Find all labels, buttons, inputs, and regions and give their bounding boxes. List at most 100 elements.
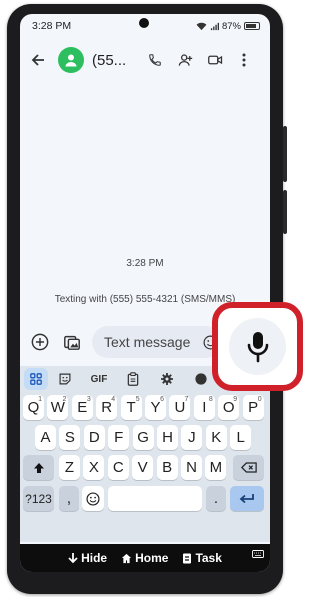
task-button[interactable]: Task — [182, 551, 222, 565]
volume-button — [283, 190, 287, 234]
keyboard-switch-icon[interactable] — [252, 550, 264, 558]
battery-percent: 87% — [221, 20, 241, 32]
key-b-label: B — [162, 459, 173, 476]
comma-key-label: , — [66, 490, 72, 507]
key-j-label: J — [188, 429, 196, 446]
key-a-label: A — [40, 429, 51, 446]
key-e[interactable]: E3 — [71, 395, 93, 420]
hide-label: Hide — [81, 551, 108, 565]
call-button[interactable] — [140, 46, 170, 74]
keyboard-apps-button[interactable] — [24, 368, 48, 390]
hide-button[interactable]: Hide — [68, 551, 107, 565]
gallery-button[interactable] — [58, 328, 86, 356]
contact-title[interactable]: (55... — [92, 52, 138, 69]
clipboard-button[interactable] — [116, 368, 150, 390]
key-y-hint: 6 — [160, 396, 164, 403]
key-t-label: T — [126, 399, 136, 416]
status-time: 3:28 PM — [32, 20, 72, 32]
arrow-down-icon — [68, 553, 78, 564]
video-call-button[interactable] — [200, 46, 230, 74]
key-k[interactable]: K — [205, 425, 227, 450]
gear-icon — [161, 373, 173, 385]
key-u[interactable]: U7 — [169, 395, 191, 420]
contact-avatar[interactable] — [58, 47, 84, 73]
more-options-button[interactable] — [230, 46, 258, 74]
task-label: Task — [195, 551, 222, 565]
period-key[interactable]: . — [206, 486, 226, 511]
key-a[interactable]: A — [35, 425, 56, 450]
wifi-icon — [196, 22, 207, 30]
key-n[interactable]: N — [181, 455, 202, 480]
key-m[interactable]: M — [205, 455, 227, 480]
task-icon — [183, 553, 192, 564]
add-participant-button[interactable] — [170, 46, 200, 74]
key-e-label: E — [77, 399, 88, 416]
emoji-key[interactable] — [82, 486, 104, 511]
voice-input-button[interactable] — [229, 318, 286, 375]
enter-key[interactable] — [230, 486, 264, 511]
key-s[interactable]: S — [59, 425, 81, 450]
key-w[interactable]: W2 — [47, 395, 69, 420]
space-key[interactable] — [108, 486, 202, 511]
palette-icon — [195, 373, 207, 385]
comma-key[interactable]: , — [59, 486, 79, 511]
key-f[interactable]: F — [108, 425, 130, 450]
key-p-label: P — [248, 399, 259, 416]
key-v-label: V — [137, 459, 148, 476]
key-b[interactable]: B — [156, 455, 178, 480]
emoji-key-icon — [86, 491, 100, 506]
keyboard-settings-button[interactable] — [150, 368, 184, 390]
key-d[interactable]: D — [83, 425, 105, 450]
key-q[interactable]: Q1 — [23, 395, 44, 420]
key-h-label: H — [162, 429, 173, 446]
symbols-key[interactable]: ?123 — [23, 486, 54, 511]
key-i-hint: 8 — [208, 396, 213, 403]
key-l[interactable]: L — [230, 425, 252, 450]
key-o[interactable]: O9 — [218, 395, 240, 420]
home-label: Home — [135, 551, 169, 565]
more-vertical-icon — [242, 53, 246, 67]
gif-button[interactable]: GIF — [82, 368, 116, 390]
message-timestamp: 3:28 PM — [126, 258, 164, 269]
key-i-label: I — [202, 399, 207, 416]
add-person-icon — [178, 54, 193, 66]
phone-icon — [149, 54, 161, 66]
key-c[interactable]: C — [107, 455, 129, 480]
key-t[interactable]: T5 — [120, 395, 142, 420]
key-i[interactable]: I8 — [193, 395, 215, 420]
enter-icon — [239, 493, 254, 503]
shift-key[interactable] — [23, 455, 54, 480]
back-button[interactable] — [24, 46, 52, 74]
sticker-button[interactable] — [48, 368, 82, 390]
key-j[interactable]: J — [181, 425, 203, 450]
key-g[interactable]: G — [132, 425, 154, 450]
shift-icon — [33, 462, 44, 473]
home-button[interactable]: Home — [121, 551, 168, 565]
video-camera-icon — [207, 55, 222, 65]
app-bar: (55... — [20, 40, 270, 80]
key-p[interactable]: P0 — [242, 395, 264, 420]
key-y[interactable]: Y6 — [145, 395, 166, 420]
battery-fill — [246, 24, 256, 28]
attach-button[interactable] — [26, 328, 54, 356]
key-y-label: Y — [150, 399, 161, 416]
person-icon — [65, 54, 77, 67]
backspace-key[interactable] — [233, 455, 264, 480]
key-v[interactable]: V — [132, 455, 154, 480]
key-m-label: M — [209, 459, 223, 476]
navigation-bar: Hide Home Task — [20, 544, 270, 572]
phone-screen: 3:28 PM 87% (55... 3:28 PM Texting with … — [20, 14, 270, 572]
home-icon — [122, 553, 132, 563]
key-c-label: C — [112, 459, 124, 476]
clipboard-icon — [127, 372, 139, 386]
microphone-icon — [247, 331, 268, 362]
key-q-hint: 1 — [38, 396, 42, 403]
gallery-icon — [64, 335, 80, 350]
key-x[interactable]: X — [83, 455, 105, 480]
key-h[interactable]: H — [157, 425, 178, 450]
key-z[interactable]: Z — [59, 455, 80, 480]
key-k-label: K — [211, 429, 222, 446]
key-p-hint: 0 — [257, 396, 262, 403]
key-l-label: L — [236, 429, 245, 446]
key-r[interactable]: R4 — [96, 395, 118, 420]
